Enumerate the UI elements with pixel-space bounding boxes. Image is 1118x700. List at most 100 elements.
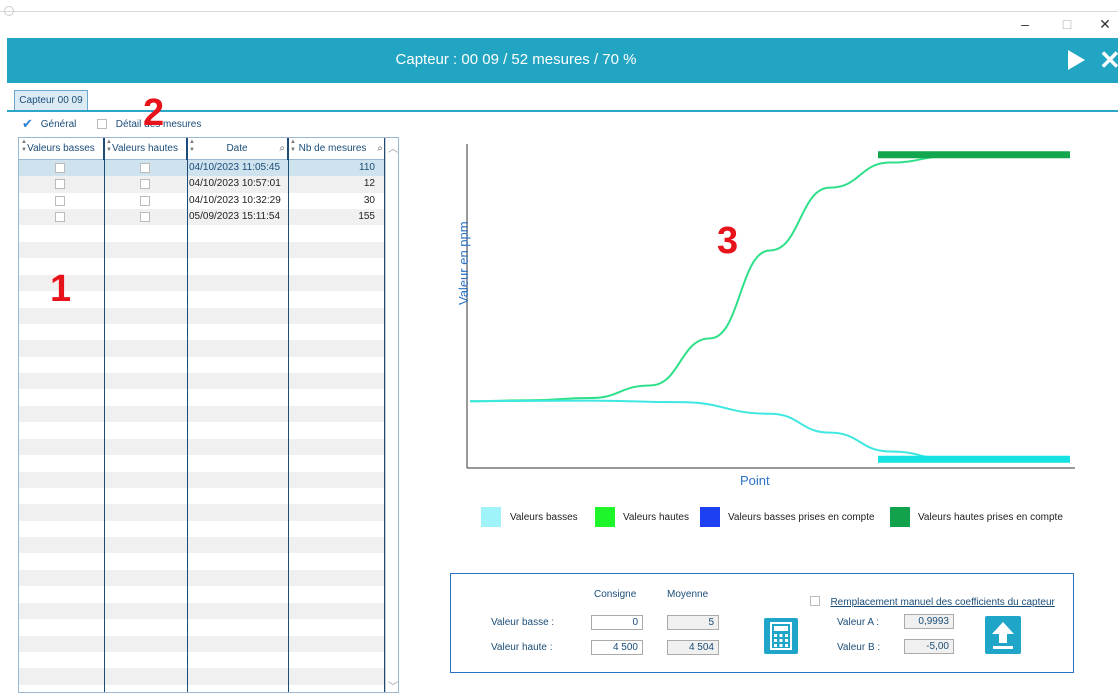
table-row[interactable] xyxy=(19,488,385,504)
table-row[interactable] xyxy=(19,406,385,423)
calculator-icon[interactable] xyxy=(764,618,798,654)
manual-override-option[interactable]: Remplacement manuel des coefficients du … xyxy=(810,592,1055,610)
date-cell: 05/09/2023 15:11:54 xyxy=(189,211,281,223)
consigne-header: Consigne xyxy=(594,589,637,600)
search-icon[interactable]: ⌕ xyxy=(279,138,285,160)
tab-capteur[interactable]: Capteur 00 09 xyxy=(14,90,88,110)
maximize-button[interactable]: □ xyxy=(1052,14,1082,34)
table-row[interactable] xyxy=(19,602,385,620)
table-row[interactable] xyxy=(19,554,385,570)
series-line-valeurs-hautes xyxy=(469,155,1070,403)
y-axis-label: Valeur en ppm xyxy=(456,221,471,305)
table-row[interactable] xyxy=(19,570,385,587)
valeurs-basses-checkbox[interactable] xyxy=(55,163,65,173)
header-banner: Capteur : 00 09 / 52 mesures / 70 % ✕ xyxy=(7,38,1118,83)
manual-override-label: Remplacement manuel des coefficients du … xyxy=(830,597,1055,608)
date-cell: 04/10/2023 11:05:45 xyxy=(189,162,281,173)
table-row[interactable] xyxy=(19,258,385,274)
moyenne-haute-value: 4 504 xyxy=(667,640,719,655)
legend-swatch xyxy=(595,507,615,527)
column-header-date[interactable]: ▲ ▼ Date ⌕ xyxy=(187,138,288,160)
table-row[interactable] xyxy=(19,324,385,340)
table-row[interactable] xyxy=(19,652,385,668)
valeur-b-label: Valeur B : xyxy=(837,642,881,653)
valeurs-basses-checkbox[interactable] xyxy=(55,195,65,206)
table-row[interactable] xyxy=(19,438,385,456)
date-cell: 04/10/2023 10:57:01 xyxy=(189,178,281,190)
valeur-basse-label: Valeur basse : xyxy=(491,617,555,628)
table-row[interactable] xyxy=(19,455,385,471)
table-row[interactable] xyxy=(19,390,385,406)
play-icon[interactable] xyxy=(1068,50,1085,70)
table-body: 04/10/2023 11:05:45 110 04/10/2023 10:57:0… xyxy=(19,160,385,692)
banner-title: Capteur : 00 09 / 52 mesures / 70 % xyxy=(395,51,637,68)
measurement-chart xyxy=(466,144,1075,469)
minimize-button[interactable]: – xyxy=(1010,14,1040,34)
table-row[interactable] xyxy=(19,373,385,390)
legend-label: Valeurs hautes prises en compte xyxy=(918,512,1063,523)
count-cell: 30 xyxy=(363,194,375,206)
count-cell: 155 xyxy=(358,211,375,223)
legend-label: Valeurs hautes xyxy=(623,512,689,523)
scroll-down-icon[interactable]: ﹀ xyxy=(388,678,398,692)
moyenne-basse-value: 5 xyxy=(667,615,719,630)
consigne-haute-input[interactable]: 4 500 xyxy=(591,640,643,655)
column-header-valeurs-hautes[interactable]: ▲ ▼ Valeurs hautes xyxy=(104,138,187,160)
column-header-valeurs-basses[interactable]: ▲ ▼ Valeurs basses xyxy=(19,138,104,160)
legend-swatch xyxy=(890,507,910,527)
table-row[interactable]: 04/10/2023 10:32:29 30 xyxy=(19,193,385,209)
general-checkbox[interactable]: ✔ xyxy=(22,117,33,130)
table-header: ▲ ▼ Valeurs basses ▲ ▼ Valeurs hautes ▲ ▼ Date… xyxy=(19,138,398,160)
table-row[interactable] xyxy=(19,307,385,324)
table-row[interactable] xyxy=(19,357,385,373)
manual-override-checkbox[interactable] xyxy=(810,595,820,606)
measurements-table: ▲ ▼ Valeurs basses ▲ ▼ Valeurs hautes ▲ ▼ Date… xyxy=(18,137,399,693)
window-close-button[interactable]: ✕ xyxy=(1090,14,1118,34)
legend-swatch xyxy=(481,507,501,527)
table-row[interactable] xyxy=(19,422,385,438)
table-row[interactable] xyxy=(19,537,385,554)
valeurs-hautes-checkbox[interactable] xyxy=(140,179,150,190)
table-row[interactable] xyxy=(19,291,385,307)
valeurs-hautes-checkbox[interactable] xyxy=(140,195,150,206)
table-row[interactable]: 05/09/2023 15:11:54 155 xyxy=(19,209,385,226)
table-row[interactable] xyxy=(19,668,385,685)
table-row[interactable] xyxy=(19,471,385,488)
window-titlebar: – □ ✕ xyxy=(0,0,1118,38)
annotation-2: 2 xyxy=(143,92,165,134)
general-label: Général xyxy=(40,119,77,130)
legend-label: Valeurs basses xyxy=(510,512,578,523)
table-row[interactable] xyxy=(19,586,385,602)
table-row[interactable] xyxy=(19,521,385,537)
valeurs-basses-checkbox[interactable] xyxy=(55,179,65,190)
table-row[interactable] xyxy=(19,340,385,357)
table-row[interactable] xyxy=(19,274,385,292)
consigne-basse-input[interactable]: 0 xyxy=(591,615,643,630)
column-header-nb-mesures[interactable]: ▲ ▼ Nb de mesures ⌕ xyxy=(288,138,385,160)
valeurs-hautes-checkbox[interactable] xyxy=(140,212,150,223)
general-option[interactable]: ✔ Général xyxy=(22,117,77,130)
scroll-up-icon[interactable]: ︿ xyxy=(388,140,398,155)
detail-checkbox[interactable] xyxy=(97,119,107,130)
legend-swatch xyxy=(700,507,720,527)
table-row[interactable]: 04/10/2023 10:57:01 12 xyxy=(19,176,385,193)
table-row[interactable] xyxy=(19,635,385,652)
calibration-panel: Consigne Moyenne Valeur basse : Valeur h… xyxy=(450,573,1074,673)
table-row[interactable] xyxy=(19,226,385,242)
table-row[interactable]: 04/10/2023 11:05:45 110 xyxy=(19,160,385,177)
x-axis-label: Point xyxy=(740,473,770,488)
table-row[interactable] xyxy=(19,504,385,521)
table-row[interactable] xyxy=(19,619,385,635)
table-row[interactable] xyxy=(19,242,385,259)
upload-icon[interactable] xyxy=(985,616,1021,654)
valeurs-basses-checkbox[interactable] xyxy=(55,212,65,223)
search-icon[interactable]: ⌕ xyxy=(377,138,383,160)
series-line-valeurs-basses xyxy=(469,399,1071,462)
valeur-haute-label: Valeur haute : xyxy=(491,642,553,653)
legend-label: Valeurs basses prises en compte xyxy=(728,512,875,523)
close-icon[interactable]: ✕ xyxy=(1099,45,1118,75)
table-scrollbar[interactable]: ︿ ﹀ xyxy=(385,138,398,692)
date-cell: 04/10/2023 10:32:29 xyxy=(189,194,281,206)
valeurs-hautes-checkbox[interactable] xyxy=(140,163,150,173)
moyenne-header: Moyenne xyxy=(667,589,709,600)
